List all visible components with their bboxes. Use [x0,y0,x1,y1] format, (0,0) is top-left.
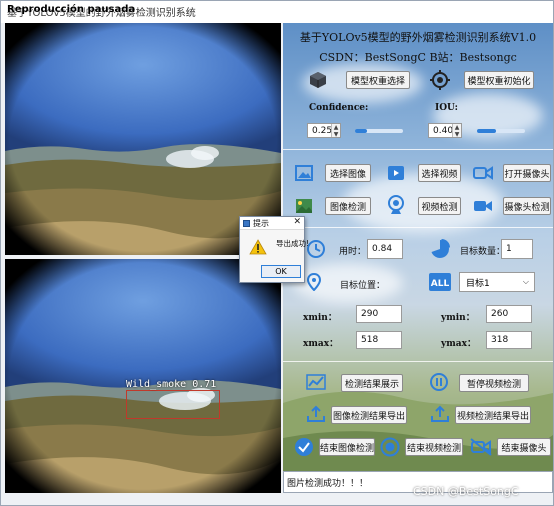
all-icon: ALL [428,272,452,292]
dialog-message: 导出成功! [276,239,310,248]
cube-icon [307,69,329,91]
camera-off-icon [469,437,493,457]
ymax-field: 318 [486,331,532,349]
camera-icon [472,165,494,181]
location-pin-icon [305,272,323,292]
xmax-label: xmax： [303,339,339,349]
author-info: CSDN：BestSongC B站：Bestsongc [319,51,517,64]
spin-arrows-icon[interactable]: ▲ ▼ [331,124,340,138]
iou-label: IOU: [435,103,458,113]
ok-button[interactable]: OK [261,265,301,278]
time-field: 0.84 [367,239,403,259]
ymin-field: 260 [486,305,532,323]
divider [283,361,553,362]
count-field: 1 [501,239,533,259]
close-icon[interactable]: ✕ [293,217,301,227]
confidence-slider-fill [355,129,367,133]
xmin-label: xmin： [303,313,337,323]
pause-icon [429,372,449,392]
export-image-results-button[interactable]: 图像检测结果导出 [331,406,407,424]
video-camera-icon [472,198,494,214]
target-select-value: 目标1 [466,278,490,289]
message-dialog: 提示 ✕ 导出成功! OK [239,216,309,283]
upload-icon [429,404,451,424]
iou-spinbox[interactable]: 0.40 ▲ ▼ [428,123,462,138]
iou-value: 0.40 [433,125,454,136]
select-video-button[interactable]: 选择视频 [418,164,461,182]
open-camera-button[interactable]: 打开摄像头 [503,164,551,182]
status-text: 图片检测成功！！！ [287,478,369,489]
pause-video-button[interactable]: 暂停视频检测 [459,374,529,392]
model-weight-init-button[interactable]: 模型权重初始化 [464,71,534,89]
app-heading: 基于YOLOv5模型的野外烟雾检测识别系统V1.0 [299,31,537,44]
app-icon [243,220,250,227]
watermark: CSDN @BestSongC [413,485,519,498]
dialog-title: 提示 [253,219,269,228]
image-detect-button[interactable]: 图像检测 [325,197,371,215]
detected-image-view: Wild_smoke 0.71 [5,259,281,493]
app-window: 基于YOLOv5模型的野外烟雾检测识别系统 Reproducción pausa… [0,0,554,506]
select-image-button[interactable]: 选择图像 [325,164,371,182]
divider [283,149,553,150]
spin-arrows-icon[interactable]: ▲ ▼ [452,124,461,138]
video-play-icon [386,164,406,182]
confidence-value: 0.25 [312,125,333,136]
dialog-titlebar: 提示 ✕ [240,217,304,230]
export-video-results-button[interactable]: 视频检测结果导出 [455,406,531,424]
svg-text:ALL: ALL [431,279,450,289]
end-camera-button[interactable]: 结束摄像头 [497,438,551,456]
confidence-spinbox[interactable]: 0.25 ▲ ▼ [307,123,341,138]
ymax-label: ymax： [441,339,476,349]
iou-slider-fill [477,129,497,133]
end-video-detect-button[interactable]: 结束视频检测 [405,438,463,456]
count-label: 目标数量： [460,247,506,257]
divider [283,227,553,228]
confidence-label: Confidence: [309,103,369,113]
detection-box [126,390,220,419]
video-detect-button[interactable]: 视频检测 [418,197,461,215]
stop-circle-icon [379,436,401,458]
detection-label: Wild_smoke 0.71 [126,379,217,390]
position-label: 目标位置： [340,281,386,291]
model-weight-select-button[interactable]: 模型权重选择 [346,71,410,89]
end-image-detect-button[interactable]: 结束图像检测 [319,438,375,456]
settings-target-icon [429,69,451,91]
control-panel: 基于YOLOv5模型的野外烟雾检测识别系统V1.0 CSDN：BestSongC… [283,23,553,493]
time-label: 用时： [339,247,367,257]
warning-icon [249,239,267,259]
xmin-field: 290 [356,305,402,323]
confidence-slider[interactable] [355,129,403,133]
line-chart-icon [305,373,327,391]
webcam-icon [386,195,406,215]
pie-chart-icon [429,238,451,260]
title-bar: 基于YOLOv5模型的野外烟雾检测识别系统 Reproducción pausa… [1,1,553,23]
image-icon [294,164,314,182]
iou-slider[interactable] [477,129,525,133]
detected-image [5,259,281,493]
photo-gallery-icon [294,197,314,215]
camera-detect-button[interactable]: 摄像头检测 [503,197,551,215]
upload-icon [305,404,327,424]
xmax-field: 518 [356,331,402,349]
target-select[interactable]: 目标1 ⌵ [459,272,535,292]
ymin-label: ymin： [441,313,475,323]
player-overlay-text: Reproducción pausada [7,4,136,15]
show-results-button[interactable]: 检测结果展示 [341,374,403,392]
check-circle-icon [293,436,315,458]
chevron-down-icon: ⌵ [522,277,529,286]
